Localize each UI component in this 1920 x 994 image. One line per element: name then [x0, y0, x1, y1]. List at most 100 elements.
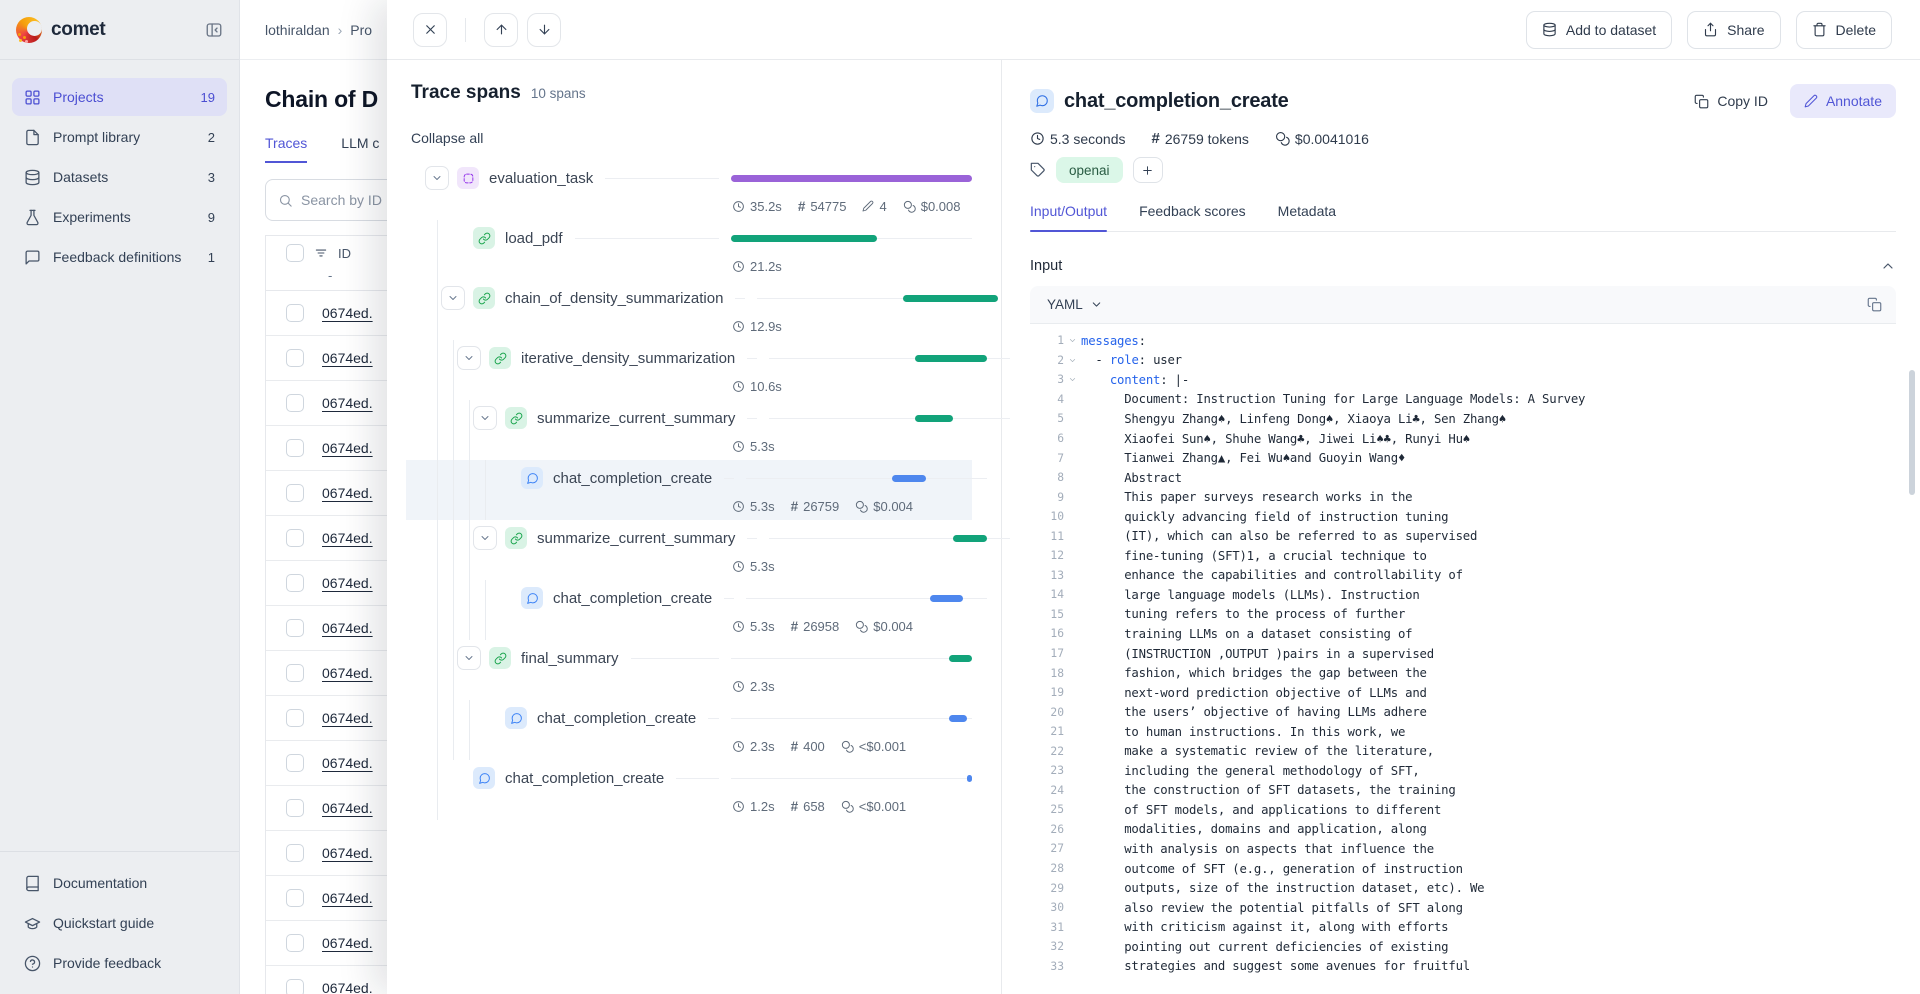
tag-openai[interactable]: openai — [1056, 157, 1123, 183]
prev-trace-button[interactable] — [484, 13, 518, 47]
collapse-all-button[interactable]: Collapse all — [411, 130, 483, 146]
trace-id-link[interactable]: 0674ed. — [322, 890, 373, 906]
next-trace-button[interactable] — [527, 13, 561, 47]
span-metrics: 5.3s#26958$0.004 — [732, 614, 972, 638]
row-checkbox[interactable] — [286, 754, 304, 772]
row-checkbox[interactable] — [286, 709, 304, 727]
row-checkbox[interactable] — [286, 889, 304, 907]
span-name[interactable]: summarize_current_summary — [537, 530, 735, 547]
span-row-chat_completion_create[interactable]: chat_completion_create 5.3s#26759$0.004 — [406, 460, 972, 520]
span-name[interactable]: chain_of_density_summarization — [505, 290, 723, 307]
trace-id-link[interactable]: 0674ed. — [322, 530, 373, 546]
row-checkbox[interactable] — [286, 799, 304, 817]
sidebar-footer-documentation[interactable]: Documentation — [12, 864, 227, 902]
trace-id-link[interactable]: 0674ed. — [322, 305, 373, 321]
trace-id-link[interactable]: 0674ed. — [322, 440, 373, 456]
span-name[interactable]: final_summary — [521, 650, 619, 667]
expand-chevron-icon[interactable] — [473, 526, 497, 550]
format-select[interactable]: YAML — [1047, 297, 1103, 312]
trace-id-link[interactable]: 0674ed. — [322, 710, 373, 726]
row-checkbox[interactable] — [286, 979, 304, 994]
row-checkbox[interactable] — [286, 529, 304, 547]
row-checkbox[interactable] — [286, 349, 304, 367]
row-checkbox[interactable] — [286, 394, 304, 412]
row-checkbox[interactable] — [286, 934, 304, 952]
row-checkbox[interactable] — [286, 574, 304, 592]
trace-id-link[interactable]: 0674ed. — [322, 485, 373, 501]
row-checkbox[interactable] — [286, 304, 304, 322]
trace-id-link[interactable]: 0674ed. — [322, 980, 373, 994]
span-name[interactable]: iterative_density_summarization — [521, 350, 735, 367]
add-tag-button[interactable] — [1133, 157, 1163, 183]
trace-id-link[interactable]: 0674ed. — [322, 800, 373, 816]
sidebar-collapse-icon[interactable] — [205, 21, 223, 39]
span-row-evaluation_task[interactable]: evaluation_task 35.2s#547754$0.008 — [406, 160, 972, 220]
span-row-chat_completion_create[interactable]: chat_completion_create 5.3s#26958$0.004 — [406, 580, 972, 640]
span-row-load_pdf[interactable]: load_pdf 21.2s — [406, 220, 972, 280]
span-row-iterative_density_summarization[interactable]: iterative_density_summarization 10.6s — [406, 340, 972, 400]
expand-chevron-icon[interactable] — [457, 346, 481, 370]
trace-id-link[interactable]: 0674ed. — [322, 845, 373, 861]
trace-id-link[interactable]: 0674ed. — [322, 395, 373, 411]
detail-tab-metadata[interactable]: Metadata — [1278, 203, 1336, 231]
delete-button[interactable]: Delete — [1796, 11, 1892, 49]
trace-id-link[interactable]: 0674ed. — [322, 935, 373, 951]
row-checkbox[interactable] — [286, 439, 304, 457]
sidebar-item-feedback-definitions[interactable]: Feedback definitions 1 — [12, 238, 227, 276]
id-column-header[interactable]: ID — [338, 246, 351, 261]
expand-chevron-icon[interactable] — [425, 166, 449, 190]
span-name[interactable]: summarize_current_summary — [537, 410, 735, 427]
copy-id-button[interactable]: Copy ID — [1686, 87, 1776, 115]
copy-code-icon[interactable] — [1867, 297, 1882, 312]
span-row-chat_completion_create[interactable]: chat_completion_create 1.2s#658<$0.001 — [406, 760, 972, 820]
share-button[interactable]: Share — [1687, 11, 1780, 49]
sidebar-item-experiments[interactable]: Experiments 9 — [12, 198, 227, 236]
close-button[interactable] — [413, 13, 447, 47]
sidebar-item-projects[interactable]: Projects 19 — [12, 78, 227, 116]
span-row-chat_completion_create[interactable]: chat_completion_create 2.3s#400<$0.001 — [406, 700, 972, 760]
sidebar-footer-provide-feedback[interactable]: Provide feedback — [12, 944, 227, 982]
span-row-summarize_current_summary[interactable]: summarize_current_summary 5.3s — [406, 520, 972, 580]
row-checkbox[interactable] — [286, 484, 304, 502]
row-checkbox[interactable] — [286, 664, 304, 682]
detail-tab-input-output[interactable]: Input/Output — [1030, 203, 1107, 231]
span-row-final_summary[interactable]: final_summary 2.3s — [406, 640, 972, 700]
trace-id-link[interactable]: 0674ed. — [322, 665, 373, 681]
span-tokens: #54775 — [798, 199, 847, 214]
add-to-dataset-button[interactable]: Add to dataset — [1526, 11, 1672, 49]
span-name[interactable]: evaluation_task — [489, 170, 593, 187]
fold-chevron-icon[interactable] — [1064, 356, 1081, 365]
sidebar-footer-quickstart-guide[interactable]: Quickstart guide — [12, 904, 227, 942]
chevron-up-icon[interactable] — [1880, 258, 1896, 274]
breadcrumb-workspace[interactable]: lothiraldan — [265, 22, 330, 38]
span-name[interactable]: chat_completion_create — [553, 590, 712, 607]
fold-chevron-icon[interactable] — [1064, 336, 1081, 345]
breadcrumb-current[interactable]: Pro — [350, 22, 372, 38]
scrollbar-thumb[interactable] — [1909, 370, 1915, 495]
sidebar-item-prompt-library[interactable]: Prompt library 2 — [12, 118, 227, 156]
span-row-chain_of_density_summarization[interactable]: chain_of_density_summarization 12.9s — [406, 280, 972, 340]
span-metrics: 1.2s#658<$0.001 — [732, 794, 972, 818]
trace-id-link[interactable]: 0674ed. — [322, 755, 373, 771]
row-checkbox[interactable] — [286, 619, 304, 637]
row-checkbox[interactable] — [286, 844, 304, 862]
span-name[interactable]: load_pdf — [505, 230, 563, 247]
tab-traces[interactable]: Traces — [265, 135, 307, 163]
detail-tab-feedback-scores[interactable]: Feedback scores — [1139, 203, 1246, 231]
annotate-button[interactable]: Annotate — [1790, 84, 1896, 118]
span-name[interactable]: chat_completion_create — [537, 710, 696, 727]
trace-id-link[interactable]: 0674ed. — [322, 620, 373, 636]
sidebar-item-datasets[interactable]: Datasets 3 — [12, 158, 227, 196]
span-name[interactable]: chat_completion_create — [505, 770, 664, 787]
span-row-summarize_current_summary[interactable]: summarize_current_summary 5.3s — [406, 400, 972, 460]
tab-llm-c[interactable]: LLM c — [341, 135, 379, 163]
expand-chevron-icon[interactable] — [441, 286, 465, 310]
code-line: 22 make a systematic review of the liter… — [1030, 741, 1896, 761]
trace-id-link[interactable]: 0674ed. — [322, 575, 373, 591]
expand-chevron-icon[interactable] — [457, 646, 481, 670]
span-name[interactable]: chat_completion_create — [553, 470, 712, 487]
select-all-checkbox[interactable] — [286, 244, 304, 262]
fold-chevron-icon[interactable] — [1064, 375, 1081, 384]
trace-id-link[interactable]: 0674ed. — [322, 350, 373, 366]
expand-chevron-icon[interactable] — [473, 406, 497, 430]
